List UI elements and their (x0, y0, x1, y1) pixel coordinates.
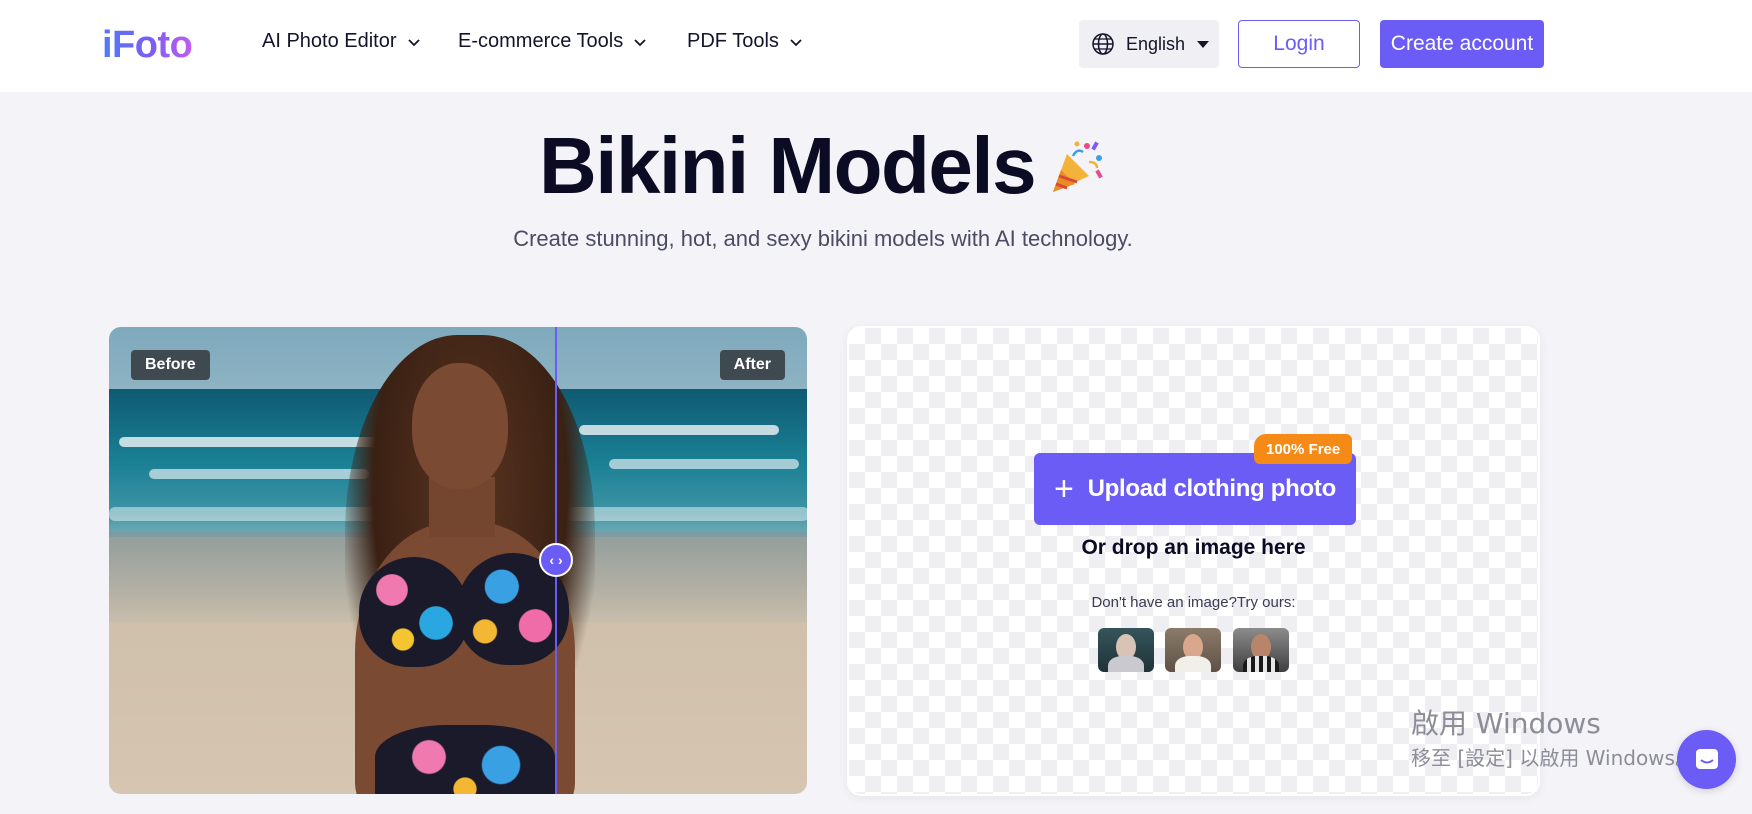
watermark-line-1: 啟用 Windows (1411, 707, 1601, 740)
windows-activation-watermark: 啟用 Windows 移至 [設定] 以啟用 Windows。 (1411, 706, 1695, 772)
login-button[interactable]: Login (1238, 20, 1360, 68)
before-label: Before (131, 350, 210, 380)
nav-pdf-tools[interactable]: PDF Tools (687, 30, 803, 53)
free-badge: 100% Free (1254, 434, 1353, 464)
page-subtitle: Create stunning, hot, and sexy bikini mo… (513, 226, 1133, 251)
nav-ai-photo-editor[interactable]: AI Photo Editor (262, 30, 421, 53)
ifoto-logo[interactable]: iFoto (102, 24, 193, 66)
site-header: iFoto AI Photo Editor E-commerce Tools P… (0, 0, 1752, 92)
create-account-button[interactable]: Create account (1380, 20, 1544, 68)
nav-ecommerce-tools[interactable]: E-commerce Tools (458, 30, 647, 53)
chevron-down-icon (407, 38, 420, 46)
page-title: Bikini Models (538, 121, 1037, 210)
plus-icon: + (1054, 470, 1074, 508)
party-popper-icon (1053, 141, 1103, 192)
try-samples-label: Don't have an image?Try ours: (1091, 594, 1296, 611)
sample-thumbnail-2[interactable] (1165, 628, 1221, 672)
before-after-comparison[interactable]: ‹ › Before After (109, 327, 807, 794)
sample-thumbnail-1[interactable] (1098, 628, 1154, 672)
compare-slider-handle[interactable]: ‹ › (539, 543, 573, 577)
drop-hint: Or drop an image here (1081, 536, 1306, 559)
chat-icon (1695, 748, 1718, 769)
globe-icon (1092, 33, 1114, 55)
upload-button-label: Upload clothing photo (1087, 475, 1337, 502)
chat-support-button[interactable] (1677, 730, 1736, 789)
bikini-bottom (375, 725, 555, 794)
caret-down-icon (1197, 40, 1210, 48)
language-selector[interactable]: English (1079, 20, 1219, 68)
nav-label: AI Photo Editor (262, 30, 397, 52)
after-label: After (719, 350, 785, 380)
chevron-down-icon (634, 38, 646, 46)
hero-title-row: Bikini Models (0, 118, 1646, 214)
bikini-top-left (359, 557, 469, 667)
watermark-line-2: 移至 [設定] 以啟用 Windows。 (1411, 746, 1695, 770)
language-label: English (1126, 33, 1186, 54)
model-face (412, 363, 508, 489)
sample-thumbnail-3[interactable] (1233, 628, 1289, 672)
nav-label: PDF Tools (687, 30, 779, 52)
nav-label: E-commerce Tools (458, 30, 624, 52)
chevron-down-icon (790, 38, 802, 46)
